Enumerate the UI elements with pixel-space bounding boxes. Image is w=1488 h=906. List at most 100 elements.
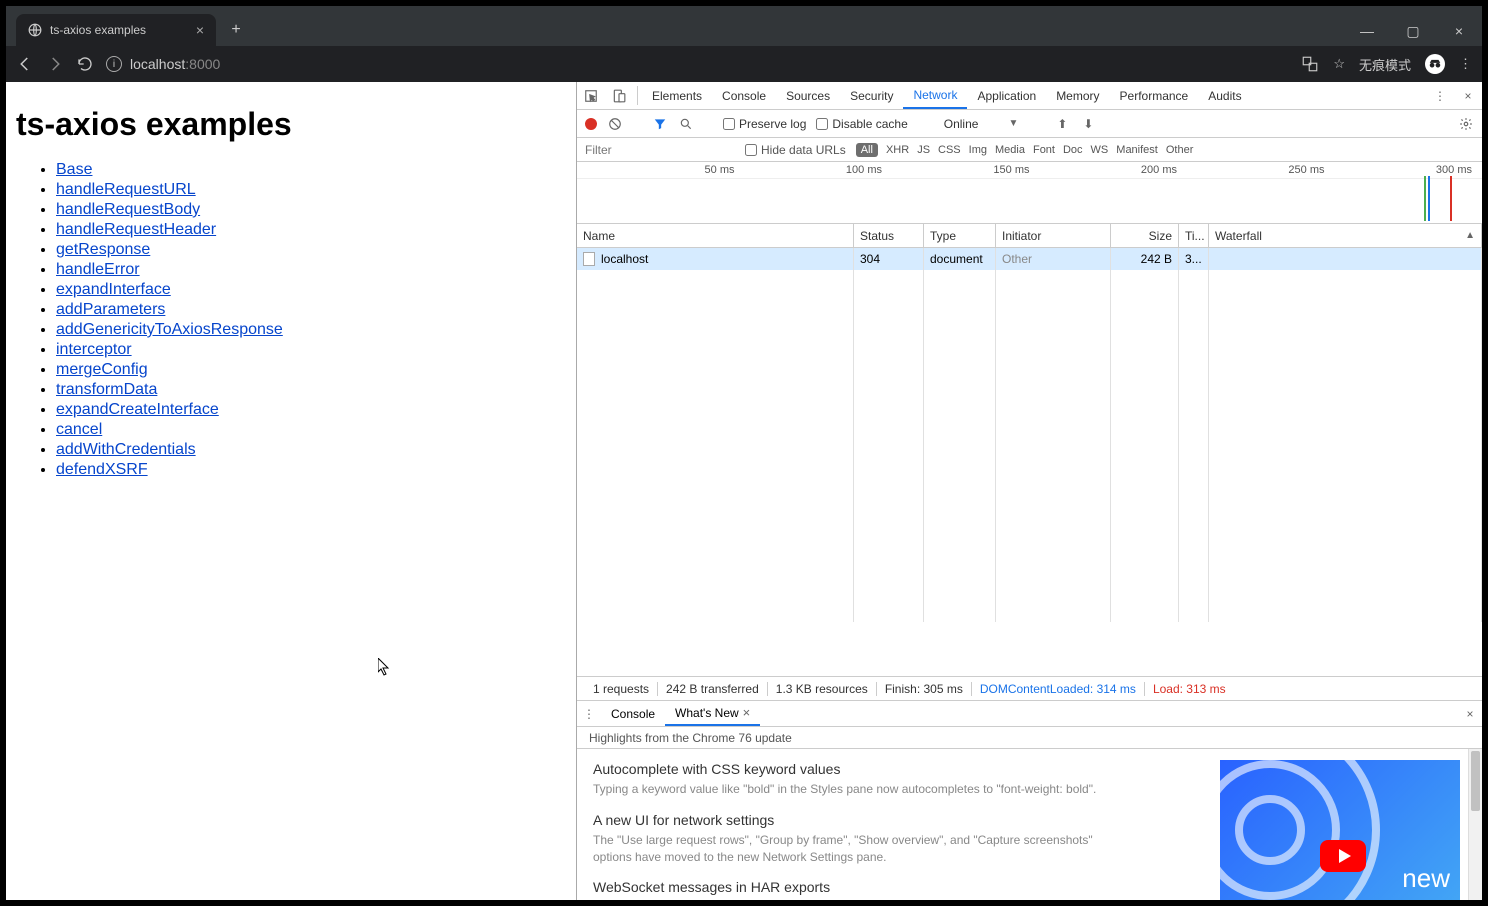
devtools-tab-sources[interactable]: Sources	[776, 82, 840, 109]
example-link-item: expandInterface	[56, 281, 566, 299]
translate-icon[interactable]	[1301, 55, 1319, 73]
network-toolbar: Preserve log Disable cache Online▼ ⬆ ⬇	[577, 110, 1482, 138]
drawer-tab-whatsnew[interactable]: What's New×	[665, 701, 760, 726]
device-toolbar-icon[interactable]	[605, 82, 633, 109]
filter-type-css[interactable]: CSS	[938, 144, 961, 156]
col-waterfall[interactable]: Waterfall▲	[1209, 224, 1482, 247]
settings-icon[interactable]	[1458, 117, 1474, 131]
filter-input[interactable]	[585, 143, 735, 157]
example-link[interactable]: addGenericityToAxiosResponse	[56, 321, 283, 338]
devtools-tab-audits[interactable]: Audits	[1198, 82, 1251, 109]
example-link[interactable]: handleRequestBody	[56, 201, 200, 218]
devtools-tab-elements[interactable]: Elements	[642, 82, 712, 109]
incognito-label: 无痕模式	[1359, 55, 1411, 74]
filter-type-media[interactable]: Media	[995, 144, 1025, 156]
upload-har-icon[interactable]: ⬆	[1054, 117, 1070, 131]
drawer-tab-console[interactable]: Console	[601, 701, 665, 726]
tab-title: ts-axios examples	[50, 23, 146, 37]
example-link[interactable]: handleRequestURL	[56, 181, 196, 198]
new-tab-button[interactable]: +	[222, 16, 250, 44]
example-link[interactable]: addWithCredentials	[56, 441, 196, 458]
filter-toggle-icon[interactable]	[652, 117, 668, 131]
throttling-select[interactable]: Online▼	[937, 116, 1026, 132]
devtools-tab-network[interactable]: Network	[903, 82, 967, 109]
back-button[interactable]	[16, 55, 34, 73]
col-time[interactable]: Ti...	[1179, 224, 1209, 247]
devtools-tab-console[interactable]: Console	[712, 82, 776, 109]
filter-type-js[interactable]: JS	[917, 144, 930, 156]
col-size[interactable]: Size	[1111, 224, 1179, 247]
tab-strip: ts-axios examples × +	[6, 6, 1344, 46]
example-link[interactable]: handleRequestHeader	[56, 221, 216, 238]
timeline-label: 50 ms	[587, 164, 735, 176]
filter-type-ws[interactable]: WS	[1091, 144, 1109, 156]
example-link[interactable]: transformData	[56, 381, 157, 398]
devtools-close-icon[interactable]: ×	[1454, 82, 1482, 109]
inspect-element-icon[interactable]	[577, 82, 605, 109]
download-har-icon[interactable]: ⬇	[1080, 117, 1096, 131]
example-link[interactable]: mergeConfig	[56, 361, 148, 378]
example-link[interactable]: Base	[56, 161, 92, 178]
reload-button[interactable]	[76, 55, 94, 73]
devtools-tab-performance[interactable]: Performance	[1110, 82, 1199, 109]
drawer-menu-icon[interactable]: ⋮	[577, 701, 601, 726]
col-initiator[interactable]: Initiator	[996, 224, 1111, 247]
close-window-button[interactable]: ×	[1436, 16, 1482, 46]
search-icon[interactable]	[678, 117, 694, 131]
close-tab-icon[interactable]: ×	[196, 22, 204, 38]
menu-icon[interactable]: ⋮	[1459, 56, 1472, 72]
example-link[interactable]: handleError	[56, 261, 140, 278]
bookmark-icon[interactable]: ☆	[1333, 56, 1345, 72]
filter-type-all[interactable]: All	[856, 143, 878, 157]
devtools-menu-icon[interactable]: ⋮	[1426, 82, 1454, 109]
hide-data-urls-checkbox[interactable]: Hide data URLs	[745, 143, 846, 157]
close-icon[interactable]: ×	[743, 705, 751, 720]
example-link[interactable]: cancel	[56, 421, 102, 438]
document-icon	[583, 252, 595, 266]
status-resources: 1.3 KB resources	[768, 682, 877, 696]
filter-type-other[interactable]: Other	[1166, 144, 1194, 156]
example-link[interactable]: interceptor	[56, 341, 132, 358]
devtools-tab-application[interactable]: Application	[967, 82, 1046, 109]
filter-type-font[interactable]: Font	[1033, 144, 1055, 156]
devtools-tab-security[interactable]: Security	[840, 82, 903, 109]
example-link[interactable]: expandInterface	[56, 281, 171, 298]
video-thumbnail[interactable]: new	[1220, 760, 1460, 900]
maximize-button[interactable]: ▢	[1390, 16, 1436, 46]
page-content: ts-axios examples BasehandleRequestURLha…	[6, 82, 576, 900]
example-link-item: mergeConfig	[56, 361, 566, 379]
col-status[interactable]: Status	[854, 224, 924, 247]
forward-button[interactable]	[46, 55, 64, 73]
filter-type-xhr[interactable]: XHR	[886, 144, 909, 156]
record-button[interactable]	[585, 118, 597, 130]
example-link-item: defendXSRF	[56, 461, 566, 479]
filter-type-manifest[interactable]: Manifest	[1116, 144, 1158, 156]
col-name[interactable]: Name	[577, 224, 854, 247]
clear-button[interactable]	[607, 117, 623, 131]
drawer-scrollbar[interactable]	[1468, 749, 1482, 900]
drawer-close-icon[interactable]: ×	[1458, 701, 1482, 726]
devtools-tab-memory[interactable]: Memory	[1046, 82, 1109, 109]
timeline-label: 150 ms	[882, 164, 1030, 176]
titlebar: ts-axios examples × + — ▢ ×	[6, 6, 1482, 46]
example-link[interactable]: getResponse	[56, 241, 150, 258]
browser-tab[interactable]: ts-axios examples ×	[16, 14, 216, 46]
example-link-item: handleRequestBody	[56, 201, 566, 219]
network-timeline[interactable]: 50 ms100 ms150 ms200 ms250 ms300 ms	[577, 162, 1482, 224]
preserve-log-checkbox[interactable]: Preserve log	[723, 117, 806, 131]
timeline-label: 200 ms	[1030, 164, 1178, 176]
filter-type-doc[interactable]: Doc	[1063, 144, 1083, 156]
site-info-icon[interactable]: i	[106, 56, 122, 72]
network-row[interactable]: localhost304documentOther242 B3...	[577, 248, 1482, 270]
example-link[interactable]: addParameters	[56, 301, 165, 318]
example-link-item: cancel	[56, 421, 566, 439]
col-type[interactable]: Type	[924, 224, 996, 247]
disable-cache-checkbox[interactable]: Disable cache	[816, 117, 907, 131]
example-link[interactable]: defendXSRF	[56, 461, 148, 478]
example-link[interactable]: expandCreateInterface	[56, 401, 219, 418]
window-controls: — ▢ ×	[1344, 16, 1482, 46]
address-bar[interactable]: i localhost:8000	[106, 56, 1289, 72]
network-filter-bar: Hide data URLs All XHR JS CSS Img Media Font Do…	[577, 138, 1482, 162]
minimize-button[interactable]: —	[1344, 16, 1390, 46]
filter-type-img[interactable]: Img	[969, 144, 987, 156]
